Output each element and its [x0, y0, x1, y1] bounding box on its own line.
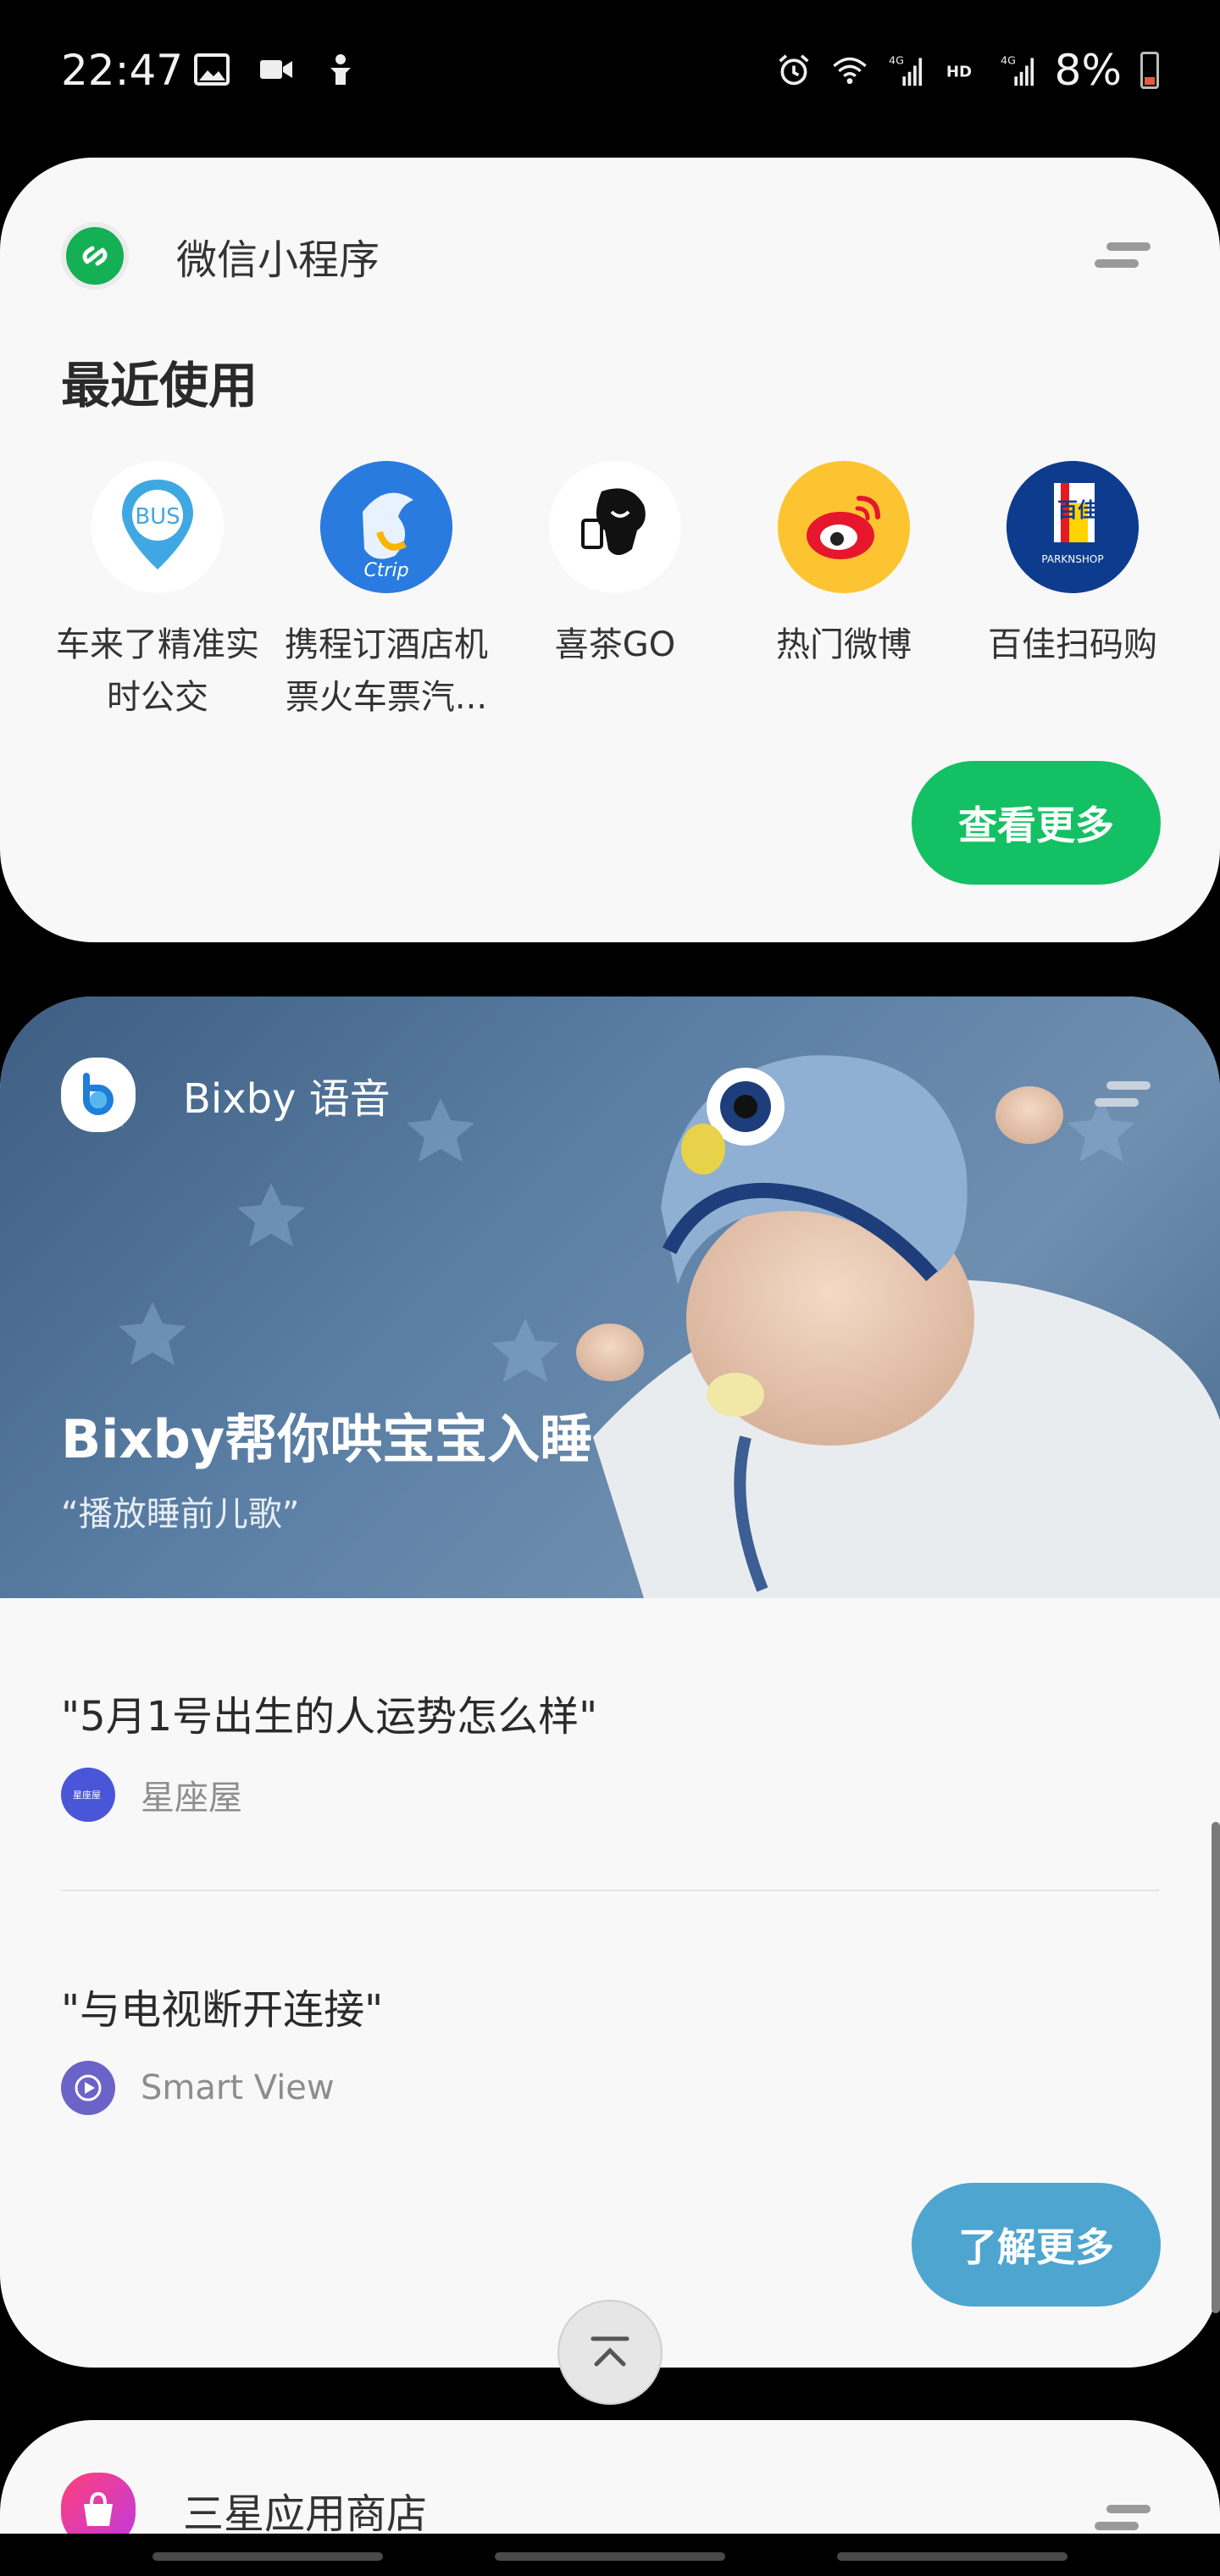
app-item-ctrip[interactable]: Ctrip 携程订酒店机票火车票汽... — [276, 461, 496, 724]
wechat-mini-programs-card[interactable]: 微信小程序 最近使用 BUS 车来了精准实时公交 Ctrip 携程订酒店机票火车… — [0, 158, 1220, 942]
battery-icon — [1140, 52, 1159, 89]
wechat-mini-program-icon — [61, 222, 129, 290]
svg-text:星座屋: 星座屋 — [73, 1789, 101, 1801]
bixby-voice-card[interactable]: Bixby帮你哄宝宝入睡 “播放睡前儿歌” Bixby 语音 "5月1号出生的人… — [0, 997, 1220, 2368]
source-name: Smart View — [141, 2068, 335, 2107]
svg-text:PARKNSHOP: PARKNSHOP — [1041, 553, 1103, 565]
svg-text:HD: HD — [946, 63, 971, 80]
bixby-icon — [61, 1058, 136, 1132]
navigation-bar — [0, 2534, 1220, 2576]
app-item-bus[interactable]: BUS 车来了精准实时公交 — [47, 461, 268, 724]
app-name: 喜茶GO — [554, 625, 676, 664]
video-icon — [260, 60, 292, 79]
drag-handle-icon[interactable] — [1095, 1078, 1151, 1112]
image-icon — [194, 53, 230, 86]
suggestion-item[interactable]: "5月1号出生的人运势怎么样" 星座屋 星座屋 — [61, 1683, 597, 1822]
suggestion-text: "5月1号出生的人运势怎么样" — [61, 1693, 598, 1740]
heytea-icon — [549, 461, 681, 593]
suggestion-item[interactable]: "与电视断开连接" Smart View — [61, 1976, 383, 2115]
divider — [61, 1890, 1159, 1891]
status-time: 22:47 — [61, 46, 184, 95]
hd-icon: HD — [946, 63, 971, 80]
signal-4g-icon: 4G — [1001, 54, 1034, 86]
card-title: 三星应用商店 — [183, 2490, 428, 2538]
suggestion-source: 星座屋 星座屋 — [61, 1768, 597, 1822]
status-bar: 22:47 4G HD 4G 8% — [0, 0, 1220, 153]
parknshop-icon: 百佳 PARKNSHOP — [1006, 461, 1139, 593]
section-title: 最近使用 — [61, 357, 258, 414]
scroll-to-top-button[interactable] — [557, 2300, 663, 2405]
source-name: 星座屋 — [141, 1779, 242, 1818]
card-header: 微信小程序 — [61, 222, 380, 290]
accessibility-icon — [330, 54, 351, 85]
svg-text:BUS: BUS — [135, 504, 180, 530]
wifi-icon — [832, 57, 867, 85]
smart-view-icon — [61, 2061, 115, 2115]
app-name: 携程订酒店机票火车票汽... — [285, 625, 488, 717]
svg-text:4G: 4G — [889, 54, 904, 67]
drag-handle-icon[interactable] — [1095, 2501, 1151, 2535]
view-more-button[interactable]: 查看更多 — [912, 761, 1161, 885]
nav-home[interactable] — [495, 2552, 725, 2561]
nav-back[interactable] — [837, 2552, 1068, 2561]
card-title: 微信小程序 — [176, 236, 380, 284]
weibo-icon — [778, 461, 910, 593]
svg-text:百佳: 百佳 — [1057, 498, 1098, 522]
app-name: 热门微博 — [776, 625, 912, 664]
recent-apps-list: BUS 车来了精准实时公交 Ctrip 携程订酒店机票火车票汽... 喜茶GO … — [47, 461, 1183, 724]
ctrip-icon: Ctrip — [320, 461, 452, 593]
app-item-parknshop[interactable]: 百佳 PARKNSHOP 百佳扫码购 — [962, 461, 1183, 724]
nav-recent-apps[interactable] — [152, 2552, 383, 2561]
alarm-icon — [779, 54, 809, 86]
card-title: Bixby 语音 — [183, 1075, 391, 1123]
hero-subtitle: “播放睡前儿歌” — [61, 1495, 300, 1534]
scrollbar[interactable] — [1212, 1822, 1220, 2313]
signal-4g-icon: 4G — [889, 54, 922, 86]
suggestion-text: "与电视断开连接" — [61, 1986, 384, 2034]
svg-text:Ctrip: Ctrip — [363, 560, 408, 581]
app-name: 车来了精准实时公交 — [56, 625, 259, 717]
bus-icon: BUS — [92, 461, 224, 593]
drag-handle-icon[interactable] — [1095, 239, 1151, 273]
hero-title: Bixby帮你哄宝宝入睡 — [61, 1408, 593, 1470]
learn-more-button[interactable]: 了解更多 — [912, 2183, 1161, 2307]
battery-percent: 8% — [1054, 46, 1122, 95]
app-item-heytea[interactable]: 喜茶GO — [505, 461, 725, 724]
card-header: Bixby 语音 — [61, 1058, 391, 1132]
app-item-weibo[interactable]: 热门微博 — [734, 461, 954, 724]
constellation-icon: 星座屋 — [61, 1768, 115, 1822]
app-name: 百佳扫码购 — [988, 625, 1157, 664]
suggestion-source: Smart View — [61, 2061, 383, 2115]
chevron-up-icon — [591, 2336, 629, 2367]
svg-text:4G: 4G — [1001, 54, 1016, 67]
